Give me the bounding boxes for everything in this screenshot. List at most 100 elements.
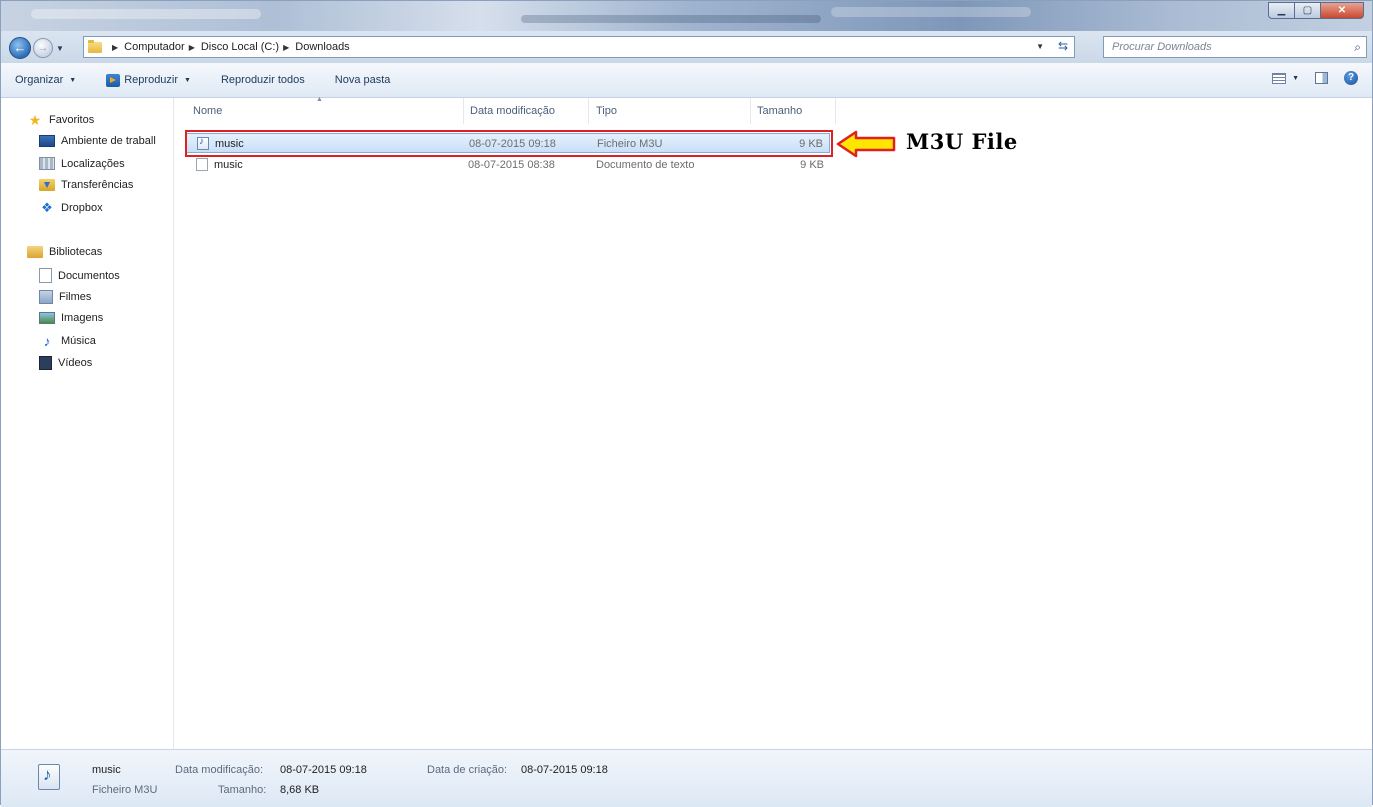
nav-item-downloads[interactable]: Transferências: [39, 179, 133, 191]
preview-pane-icon[interactable]: [1315, 72, 1328, 84]
annotation-arrow-icon: [836, 130, 896, 158]
window-controls: ▁ ▢ ✕: [1268, 2, 1364, 19]
title-blur: [31, 9, 261, 19]
nav-favorites-header[interactable]: ★ Favoritos: [27, 112, 95, 128]
search-input[interactable]: Procurar Downloads ⌕: [1103, 36, 1367, 58]
nav-label: Bibliotecas: [49, 246, 103, 258]
chevron-down-icon: ▼: [184, 76, 191, 84]
breadcrumb: ▶ Computador ▶ Disco Local (C:) ▶ Downlo…: [108, 41, 350, 53]
explorer-window: ▁ ▢ ✕ ← → ▼ ▶ Computador ▶ Disco Local (…: [0, 0, 1373, 807]
folder-icon: [88, 39, 102, 53]
movies-icon: [39, 290, 53, 304]
new-folder-button[interactable]: Nova pasta: [335, 74, 391, 86]
play-all-label: Reproduzir todos: [220, 74, 305, 86]
change-view-button[interactable]: ▼: [1272, 72, 1299, 84]
play-all-button[interactable]: Reproduzir todos: [221, 74, 305, 86]
command-toolbar: Organizar ▼ Reproduzir ▼ Reproduzir todo…: [1, 63, 1372, 98]
column-divider[interactable]: [835, 98, 836, 124]
details-pane: music Ficheiro M3U Data modificação: 08-…: [1, 749, 1372, 807]
history-buttons: ← → ▼: [9, 37, 64, 59]
details-modified-label: Data modificação:: [175, 764, 264, 776]
column-header-size[interactable]: Tamanho: [757, 105, 802, 117]
highlight-box: [185, 130, 833, 157]
m3u-file-icon: [38, 764, 60, 790]
nav-label: Imagens: [61, 312, 104, 324]
address-bar[interactable]: ▶ Computador ▶ Disco Local (C:) ▶ Downlo…: [83, 36, 1075, 58]
sort-indicator-icon: ▲: [316, 96, 323, 103]
annotation-label: M3U File: [906, 129, 1018, 154]
pictures-icon: [39, 312, 55, 324]
details-file-name: music: [92, 764, 121, 776]
file-type: Documento de texto: [596, 159, 695, 171]
nav-item-movies[interactable]: Filmes: [39, 290, 91, 304]
close-button[interactable]: ✕: [1320, 2, 1364, 19]
recent-pages-dropdown[interactable]: ▼: [56, 44, 64, 53]
text-file-icon: [196, 158, 208, 171]
nav-label: Vídeos: [58, 357, 93, 369]
chevron-down-icon: ▼: [69, 76, 77, 84]
title-blur: [521, 15, 821, 23]
nav-label: Música: [61, 335, 96, 347]
music-icon: ♪: [43, 333, 51, 349]
breadcrumb-local-disk[interactable]: Disco Local (C:): [201, 41, 279, 53]
chevron-right-icon[interactable]: ▶: [112, 43, 118, 52]
address-history-dropdown[interactable]: ▼: [1036, 42, 1044, 51]
nav-item-recent-places[interactable]: Localizações: [39, 157, 125, 170]
views-icon: [1272, 72, 1287, 84]
maximize-button[interactable]: ▢: [1294, 2, 1320, 19]
nav-label: Favoritos: [49, 114, 95, 126]
organize-button[interactable]: Organizar ▼: [15, 74, 76, 86]
minimize-button[interactable]: ▁: [1268, 2, 1294, 19]
chevron-right-icon[interactable]: ▶: [189, 43, 195, 52]
breadcrumb-computer[interactable]: Computador: [124, 41, 185, 53]
breadcrumb-downloads[interactable]: Downloads: [295, 41, 349, 53]
details-modified-value[interactable]: 08-07-2015 09:18: [280, 764, 367, 776]
details-file-type: Ficheiro M3U: [92, 784, 158, 796]
search-icon[interactable]: ⌕: [1354, 40, 1361, 55]
title-blur: [831, 7, 1031, 17]
file-size: 9 KB: [800, 159, 824, 171]
details-size-label: Tamanho:: [218, 784, 267, 796]
desktop-icon: [39, 135, 55, 147]
star-icon: ★: [28, 112, 42, 128]
details-created-label: Data de criação:: [427, 764, 508, 776]
column-divider[interactable]: [463, 98, 464, 124]
navigation-bar: ← → ▼ ▶ Computador ▶ Disco Local (C:) ▶ …: [1, 31, 1372, 63]
help-icon[interactable]: ?: [1344, 71, 1358, 85]
chevron-down-icon: ▼: [1292, 74, 1299, 82]
nav-item-pictures[interactable]: Imagens: [39, 312, 103, 324]
title-bar: ▁ ▢ ✕: [1, 1, 1372, 31]
recent-places-icon: [39, 157, 55, 170]
new-folder-label: Nova pasta: [334, 74, 391, 86]
column-header-modified[interactable]: Data modificação: [470, 105, 555, 117]
column-header-type[interactable]: Tipo: [596, 105, 617, 117]
nav-item-music[interactable]: ♪ Música: [39, 334, 96, 348]
chevron-right-icon[interactable]: ▶: [283, 43, 289, 52]
videos-icon: [39, 356, 52, 370]
forward-button[interactable]: →: [33, 38, 53, 58]
column-divider[interactable]: [750, 98, 751, 124]
nav-item-videos[interactable]: Vídeos: [39, 356, 92, 370]
downloads-folder-icon: [39, 179, 55, 191]
details-size-value: 8,68 KB: [280, 784, 320, 796]
column-divider[interactable]: [588, 98, 589, 124]
nav-item-desktop[interactable]: Ambiente de traball: [39, 135, 156, 147]
nav-libraries-header[interactable]: Bibliotecas: [27, 246, 102, 258]
nav-label: Ambiente de traball: [61, 135, 156, 147]
file-row[interactable]: music 08-07-2015 08:38 Documento de text…: [186, 155, 830, 175]
refresh-icon[interactable]: ⇆: [1058, 39, 1068, 53]
back-button[interactable]: ←: [9, 37, 31, 59]
nav-item-dropbox[interactable]: ❖ Dropbox: [39, 200, 102, 215]
search-placeholder: Procurar Downloads: [1112, 41, 1212, 53]
play-icon: [106, 73, 121, 87]
play-button[interactable]: Reproduzir ▼: [106, 73, 191, 87]
dropbox-icon: ❖: [41, 200, 53, 215]
column-header-name[interactable]: Nome: [193, 105, 222, 117]
file-list: ▲ Nome Data modificação Tipo Tamanho mus…: [174, 96, 1372, 749]
details-created-value[interactable]: 08-07-2015 09:18: [521, 764, 608, 776]
file-name: music: [214, 159, 243, 171]
play-label: Reproduzir: [124, 74, 179, 86]
file-modified: 08-07-2015 08:38: [468, 159, 555, 171]
documents-icon: [39, 268, 52, 283]
nav-item-documents[interactable]: Documentos: [39, 268, 120, 283]
